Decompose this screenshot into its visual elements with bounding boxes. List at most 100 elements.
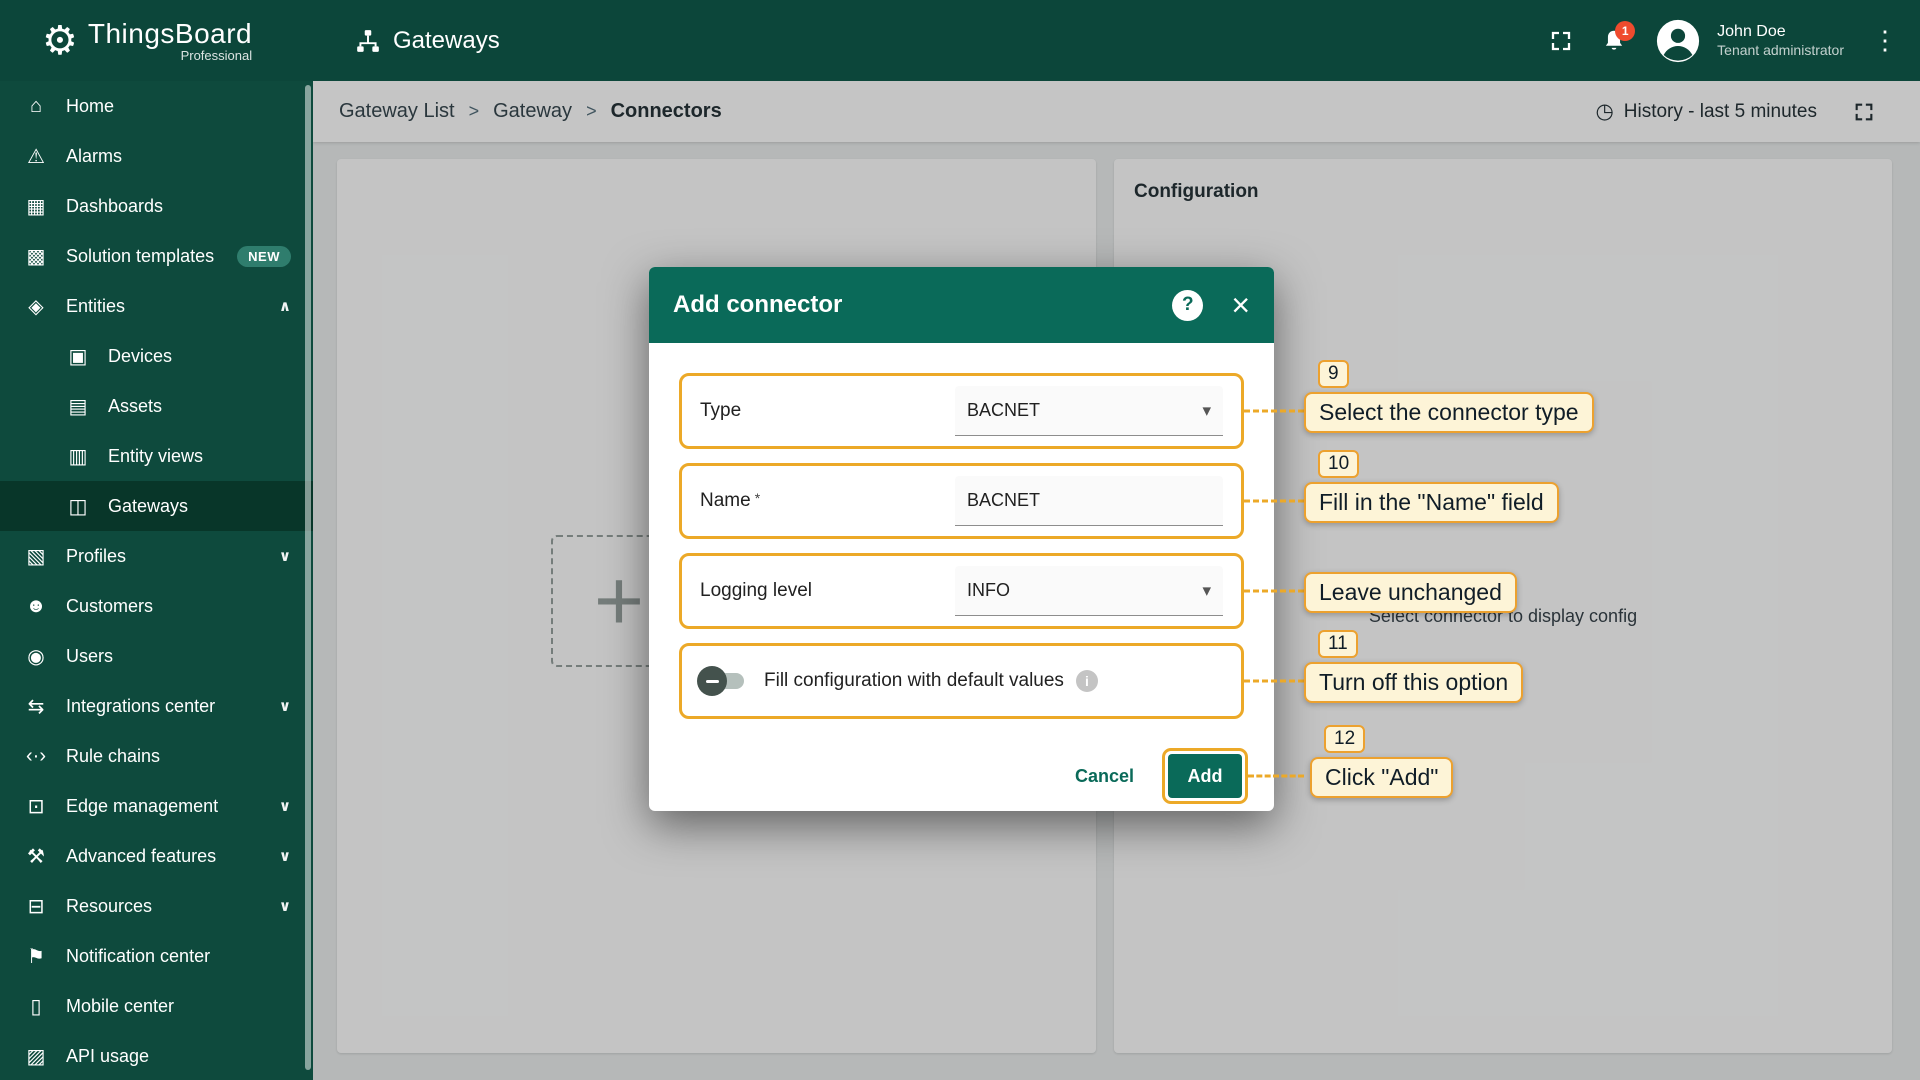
dialog-close-button[interactable]: × bbox=[1231, 289, 1250, 321]
account-circle-icon bbox=[1655, 18, 1701, 64]
dropdown-arrow-icon: ▾ bbox=[1202, 401, 1211, 421]
integrations-icon: ⇆ bbox=[22, 694, 50, 719]
more-menu-button[interactable]: ⋮ bbox=[1872, 25, 1898, 56]
entity-views-icon: ▥ bbox=[64, 444, 92, 469]
sidebar-item-alarms[interactable]: ⚠ Alarms bbox=[0, 131, 313, 181]
type-select[interactable]: BACNET ▾ bbox=[955, 386, 1223, 436]
sidebar-item-label: Profiles bbox=[66, 546, 126, 567]
chevron-down-icon: ∨ bbox=[279, 547, 291, 565]
chevron-down-icon: ∨ bbox=[279, 847, 291, 865]
dialog-title: Add connector bbox=[673, 291, 842, 319]
user-avatar[interactable] bbox=[1655, 18, 1701, 64]
sidebar-item-integrations-center[interactable]: ⇆ Integrations center ∨ bbox=[0, 681, 313, 731]
sidebar-item-notification-center[interactable]: ⚑ Notification center bbox=[0, 931, 313, 981]
page-title: Gateways bbox=[393, 27, 500, 55]
dashed-connector bbox=[1244, 680, 1304, 683]
sidebar-item-label: Integrations center bbox=[66, 696, 215, 717]
sidebar-item-dashboards[interactable]: ▦ Dashboards bbox=[0, 181, 313, 231]
sidebar-item-label: Resources bbox=[66, 896, 152, 917]
sidebar-item-assets[interactable]: ▤ Assets bbox=[0, 381, 313, 431]
toggle-knob bbox=[697, 666, 727, 696]
sidebar-item-label: Edge management bbox=[66, 796, 218, 817]
info-icon[interactable]: i bbox=[1076, 670, 1098, 692]
sidebar-item-label: Rule chains bbox=[66, 746, 160, 767]
add-button-highlight-ring: Add bbox=[1162, 748, 1248, 804]
topbar: ⚙ ThingsBoard Professional Gateways 1 bbox=[0, 0, 1920, 81]
sidebar-item-label: Alarms bbox=[66, 146, 122, 167]
sidebar-item-resources[interactable]: ⊟ Resources ∨ bbox=[0, 881, 313, 931]
sidebar-item-label: Entity views bbox=[108, 446, 203, 467]
logging-level-select[interactable]: INFO ▾ bbox=[955, 566, 1223, 616]
name-field-label-text: Name bbox=[700, 490, 751, 511]
callout-step-number: 12 bbox=[1324, 725, 1365, 753]
sidebar-item-label: Entities bbox=[66, 296, 125, 317]
name-field-highlight-ring: Name* bbox=[679, 463, 1244, 539]
chevron-down-icon: ∨ bbox=[279, 797, 291, 815]
sidebar-item-home[interactable]: ⌂ Home bbox=[0, 81, 313, 131]
callout-step-number: 9 bbox=[1318, 360, 1349, 388]
sidebar-item-gateways[interactable]: ◫ Gateways bbox=[0, 481, 313, 531]
close-icon: × bbox=[1231, 287, 1250, 323]
dropdown-arrow-icon: ▾ bbox=[1202, 581, 1211, 601]
name-input[interactable] bbox=[967, 490, 1211, 511]
user-role: Tenant administrator bbox=[1717, 42, 1844, 60]
logging-level-highlight-ring: Logging level INFO ▾ bbox=[679, 553, 1244, 629]
chevron-down-icon: ∨ bbox=[279, 697, 291, 715]
minus-icon bbox=[706, 680, 719, 683]
sidebar-item-devices[interactable]: ▣ Devices bbox=[0, 331, 313, 381]
add-button[interactable]: Add bbox=[1168, 754, 1242, 798]
logging-level-label: Logging level bbox=[700, 580, 812, 602]
resources-icon: ⊟ bbox=[22, 894, 50, 919]
required-marker: * bbox=[755, 490, 760, 506]
api-usage-icon: ▨ bbox=[22, 1044, 50, 1069]
thingsboard-logo[interactable]: ⚙ ThingsBoard Professional bbox=[0, 18, 313, 63]
sidebar-item-api-usage[interactable]: ▨ API usage bbox=[0, 1031, 313, 1080]
type-select-value: BACNET bbox=[967, 400, 1040, 421]
dialog-footer: Cancel Add bbox=[1075, 748, 1248, 804]
sidebar-item-entity-views[interactable]: ▥ Entity views bbox=[0, 431, 313, 481]
sidebar-item-profiles[interactable]: ▧ Profiles ∨ bbox=[0, 531, 313, 581]
users-icon: ◉ bbox=[22, 644, 50, 669]
sidebar-item-label: Home bbox=[66, 96, 114, 117]
sidebar-item-customers[interactable]: ☻ Customers bbox=[0, 581, 313, 631]
sidebar-item-label: Solution templates bbox=[66, 246, 214, 267]
dashed-connector bbox=[1244, 500, 1304, 503]
dialog-help-button[interactable]: ? bbox=[1172, 290, 1203, 321]
alarms-icon: ⚠ bbox=[22, 144, 50, 169]
sidebar-item-label: Assets bbox=[108, 396, 162, 417]
sidebar-item-label: Customers bbox=[66, 596, 153, 617]
sidebar-item-rule-chains[interactable]: ‹·› Rule chains bbox=[0, 731, 313, 781]
type-field-highlight-ring: Type BACNET ▾ bbox=[679, 373, 1244, 449]
devices-icon: ▣ bbox=[64, 344, 92, 369]
fullscreen-icon bbox=[1549, 29, 1573, 53]
dashboards-icon: ▦ bbox=[22, 194, 50, 219]
fullscreen-button[interactable] bbox=[1549, 29, 1573, 53]
sidebar-item-label: Gateways bbox=[108, 496, 188, 517]
logo-gear-icon: ⚙ bbox=[42, 21, 78, 61]
edge-management-icon: ⊡ bbox=[22, 794, 50, 819]
sidebar-item-users[interactable]: ◉ Users bbox=[0, 631, 313, 681]
callout-step-12: 12 Click "Add" bbox=[1310, 757, 1453, 798]
entities-icon: ◈ bbox=[22, 294, 50, 319]
sidebar-item-entities[interactable]: ◈ Entities ∧ bbox=[0, 281, 313, 331]
sidebar-scrollbar[interactable] bbox=[305, 85, 311, 1070]
callout-step-10: 10 Fill in the "Name" field bbox=[1304, 482, 1559, 523]
default-values-toggle[interactable] bbox=[700, 673, 744, 689]
sidebar-item-edge-management[interactable]: ⊡ Edge management ∨ bbox=[0, 781, 313, 831]
sidebar-item-label: API usage bbox=[66, 1046, 149, 1067]
chevron-down-icon: ∨ bbox=[279, 897, 291, 915]
sidebar-item-solution-templates[interactable]: ▩ Solution templates NEW bbox=[0, 231, 313, 281]
callout-text: Select the connector type bbox=[1319, 399, 1579, 425]
mobile-center-icon: ▯ bbox=[22, 994, 50, 1019]
rule-chains-icon: ‹·› bbox=[22, 745, 50, 768]
solution-templates-icon: ▩ bbox=[22, 244, 50, 269]
dashed-connector bbox=[1248, 775, 1304, 778]
sidebar-item-advanced-features[interactable]: ⚒ Advanced features ∨ bbox=[0, 831, 313, 881]
callout-leave-unchanged: Leave unchanged bbox=[1304, 572, 1517, 613]
notifications-button[interactable]: 1 bbox=[1601, 28, 1627, 54]
sidebar-item-mobile-center[interactable]: ▯ Mobile center bbox=[0, 981, 313, 1031]
notification-count-badge: 1 bbox=[1615, 21, 1635, 41]
callout-step-number: 10 bbox=[1318, 450, 1359, 478]
cancel-button[interactable]: Cancel bbox=[1075, 766, 1134, 787]
sidebar-item-label: Dashboards bbox=[66, 196, 163, 217]
